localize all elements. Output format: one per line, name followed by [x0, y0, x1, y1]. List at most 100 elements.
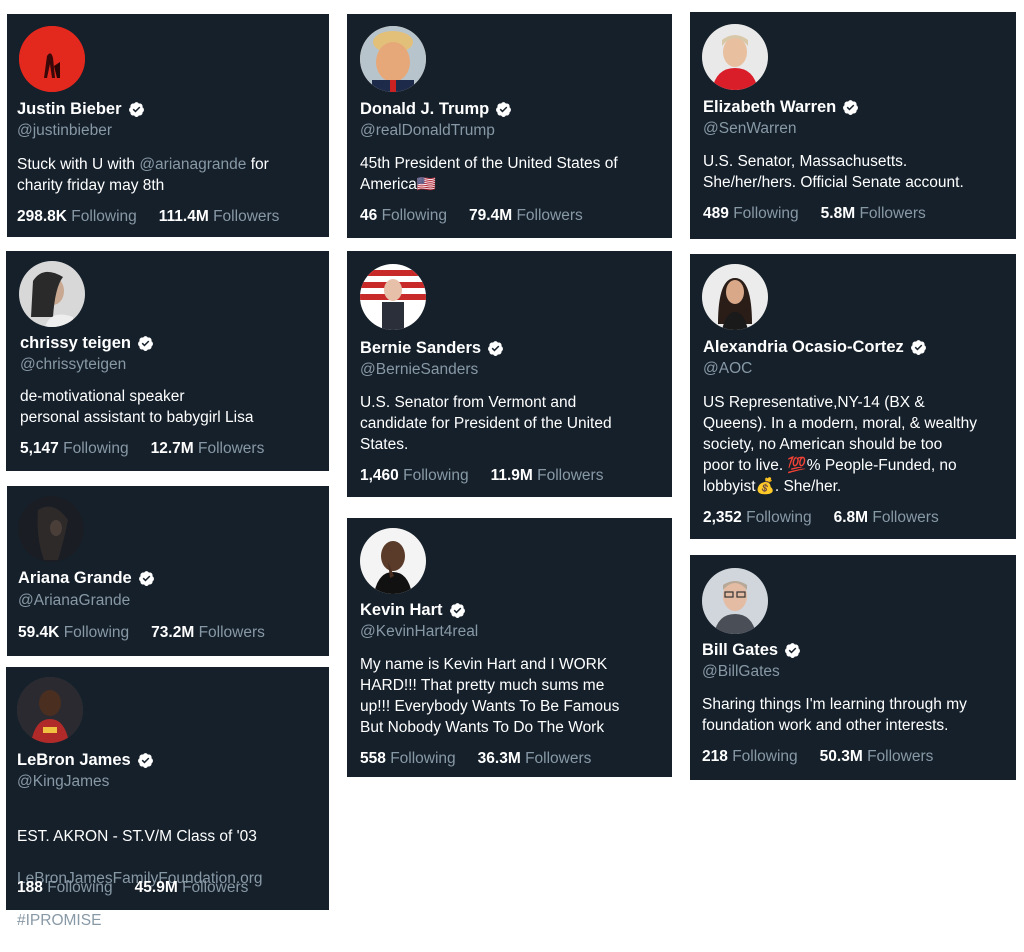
avatar[interactable]: [702, 568, 768, 634]
verified-badge-icon: [137, 752, 154, 769]
verified-badge-icon: [138, 570, 155, 587]
display-name[interactable]: Kevin Hart: [360, 601, 443, 620]
following-stat[interactable]: 218 Following: [702, 748, 798, 766]
stats: 59.4K Following 73.2M Followers: [18, 624, 265, 642]
followers-label: Followers: [537, 467, 604, 484]
followers-count: 5.8M: [820, 205, 856, 222]
followers-stat[interactable]: 36.3M Followers: [478, 750, 592, 768]
display-name[interactable]: Bill Gates: [702, 641, 778, 660]
display-name[interactable]: Donald J. Trump: [360, 100, 489, 119]
following-stat[interactable]: 489 Following: [703, 205, 799, 223]
following-count: 1,460: [360, 467, 399, 484]
display-name[interactable]: Ariana Grande: [18, 569, 132, 588]
followers-label: Followers: [213, 208, 280, 225]
avatar[interactable]: [702, 264, 768, 330]
profile-card-donald-trump[interactable]: Donald J. Trump @realDonaldTrump 45th Pr…: [347, 14, 672, 238]
verified-badge-icon: [487, 340, 504, 357]
display-name[interactable]: Justin Bieber: [17, 100, 122, 119]
profile-card-ariana-grande[interactable]: Ariana Grande @ArianaGrande 59.4K Follow…: [7, 486, 329, 656]
bio: U.S. Senator from Vermont and candidate …: [360, 394, 612, 453]
handle[interactable]: @ArianaGrande: [18, 592, 130, 610]
following-label: Following: [733, 205, 799, 222]
followers-count: 111.4M: [158, 208, 209, 225]
verified-badge-icon: [784, 642, 801, 659]
profile-card-alexandria-ocasio-cortez[interactable]: Alexandria Ocasio-Cortez @AOC US Represe…: [690, 254, 1016, 539]
profile-card-chrissy-teigen[interactable]: chrissy teigen @chrissyteigen de-motivat…: [6, 251, 329, 471]
profile-card-bill-gates[interactable]: Bill Gates @BillGates Sharing things I'm…: [690, 555, 1016, 780]
followers-count: 45.9M: [134, 879, 178, 896]
mention-link[interactable]: @arianagrande: [139, 156, 246, 173]
verified-badge-icon: [842, 99, 859, 116]
followers-stat[interactable]: 73.2M Followers: [151, 624, 265, 642]
stats: 1,460 Following 11.9M Followers: [360, 467, 603, 485]
display-name[interactable]: Elizabeth Warren: [703, 98, 836, 117]
hashtag-link[interactable]: #IPROMISE: [17, 910, 327, 931]
handle[interactable]: @chrissyteigen: [20, 356, 126, 374]
following-stat[interactable]: 5,147 Following: [20, 440, 129, 458]
followers-count: 36.3M: [477, 750, 521, 767]
followers-stat[interactable]: 111.4M Followers: [159, 208, 280, 226]
following-label: Following: [47, 879, 113, 896]
followers-label: Followers: [872, 509, 939, 526]
following-label: Following: [63, 624, 130, 641]
followers-label: Followers: [198, 440, 265, 457]
following-stat[interactable]: 558 Following: [360, 750, 456, 768]
following-count: 5,147: [20, 440, 59, 457]
followers-stat[interactable]: 79.4M Followers: [469, 207, 583, 225]
handle[interactable]: @SenWarren: [703, 120, 797, 138]
following-stat[interactable]: 188 Following: [17, 879, 113, 897]
following-count: 59.4K: [18, 624, 60, 641]
followers-stat[interactable]: 45.9M Followers: [135, 879, 249, 897]
verified-badge-icon: [449, 602, 466, 619]
avatar[interactable]: [18, 496, 84, 562]
bio: U.S. Senator, Massachusetts. She/her/her…: [703, 153, 964, 191]
handle[interactable]: @KevinHart4real: [360, 623, 478, 641]
avatar[interactable]: [360, 528, 426, 594]
handle[interactable]: @AOC: [703, 360, 752, 378]
avatar[interactable]: [17, 677, 83, 743]
handle[interactable]: @justinbieber: [17, 122, 112, 140]
followers-count: 11.9M: [490, 467, 533, 484]
avatar[interactable]: [360, 26, 426, 92]
followers-stat[interactable]: 12.7M Followers: [151, 440, 265, 458]
followers-label: Followers: [198, 624, 265, 641]
followers-stat[interactable]: 11.9M Followers: [491, 467, 604, 485]
avatar[interactable]: [19, 26, 85, 92]
bio: Stuck with U with @arianagrande for char…: [17, 154, 322, 196]
following-count: 188: [17, 879, 43, 896]
profile-card-kevin-hart[interactable]: Kevin Hart @KevinHart4real My name is Ke…: [347, 518, 672, 777]
profile-card-lebron-james[interactable]: LeBron James @KingJames EST. AKRON - ST.…: [6, 667, 329, 929]
followers-stat[interactable]: 50.3M Followers: [820, 748, 934, 766]
following-stat[interactable]: 298.8K Following: [17, 208, 137, 226]
following-label: Following: [732, 748, 798, 765]
bio: 45th President of the United States of A…: [360, 155, 618, 193]
handle[interactable]: @realDonaldTrump: [360, 122, 495, 140]
following-stat[interactable]: 59.4K Following: [18, 624, 129, 642]
profile-card-elizabeth-warren[interactable]: Elizabeth Warren @SenWarren U.S. Senator…: [690, 12, 1016, 239]
stats: 2,352 Following 6.8M Followers: [703, 509, 939, 527]
bio-text: Stuck with U with: [17, 156, 140, 173]
display-name[interactable]: chrissy teigen: [20, 334, 131, 353]
display-name[interactable]: LeBron James: [17, 751, 131, 770]
followers-stat[interactable]: 5.8M Followers: [821, 205, 926, 223]
handle[interactable]: @BillGates: [702, 663, 780, 681]
profile-card-bernie-sanders[interactable]: Bernie Sanders @BernieSanders U.S. Senat…: [347, 251, 672, 497]
profile-card-justin-bieber[interactable]: Justin Bieber @justinbieber Stuck with U…: [7, 14, 329, 237]
followers-label: Followers: [859, 205, 926, 222]
display-name[interactable]: Bernie Sanders: [360, 339, 481, 358]
following-stat[interactable]: 1,460 Following: [360, 467, 469, 485]
handle[interactable]: @BernieSanders: [360, 361, 478, 379]
display-name[interactable]: Alexandria Ocasio-Cortez: [703, 338, 904, 357]
followers-stat[interactable]: 6.8M Followers: [834, 509, 939, 527]
stats: 218 Following 50.3M Followers: [702, 748, 933, 766]
followers-label: Followers: [525, 750, 592, 767]
followers-count: 79.4M: [469, 207, 513, 224]
avatar[interactable]: [19, 261, 85, 327]
following-stat[interactable]: 46 Following: [360, 207, 447, 225]
following-stat[interactable]: 2,352 Following: [703, 509, 812, 527]
handle[interactable]: @KingJames: [17, 773, 109, 791]
avatar[interactable]: [702, 24, 768, 90]
following-count: 558: [360, 750, 386, 767]
stats: 489 Following 5.8M Followers: [703, 205, 926, 223]
avatar[interactable]: [360, 264, 426, 330]
